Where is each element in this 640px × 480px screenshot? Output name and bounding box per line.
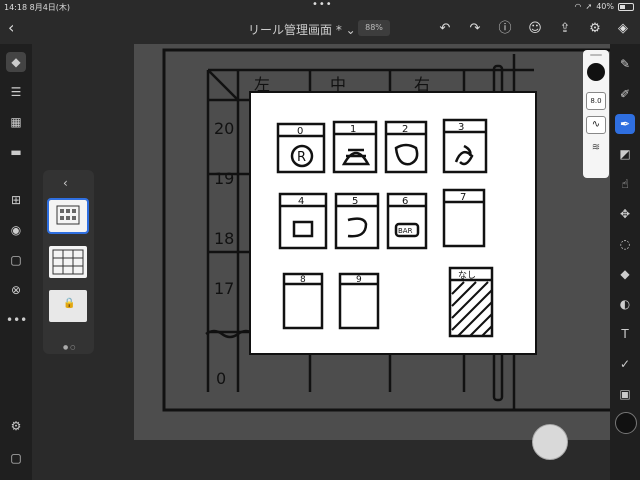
symbol-number-6: 6 bbox=[402, 196, 408, 207]
multitasking-dots[interactable]: ••• bbox=[312, 0, 333, 10]
row-label-20: 20 bbox=[214, 119, 234, 138]
symbol-number-0: 0 bbox=[297, 126, 303, 137]
symbol-number-2: 2 bbox=[402, 124, 408, 135]
eraser-icon[interactable]: ◩ bbox=[615, 144, 635, 164]
grid-icon[interactable]: ▦ bbox=[6, 112, 26, 132]
status-bar: 14:18 8月4日(木) ••• ◠ ➚ 40% bbox=[0, 0, 640, 14]
lasso-icon[interactable]: ◌ bbox=[615, 234, 635, 254]
status-right: ◠ ➚ 40% bbox=[575, 2, 634, 11]
smudge-icon[interactable]: ☝ bbox=[615, 174, 635, 194]
layer-thumbnail-drawing bbox=[56, 205, 80, 225]
adjust-icon[interactable]: ☰ bbox=[6, 82, 26, 102]
blend-icon[interactable]: ⊗ bbox=[6, 280, 26, 300]
collapse-chevron-icon[interactable]: ‹ bbox=[63, 176, 68, 190]
canvas-drawing[interactable]: 左 中 右 20 19 18 17 0 0 1 2 3 4 5 6 7 8 9 … bbox=[134, 44, 610, 440]
zoom-level[interactable]: 88% bbox=[358, 20, 390, 36]
layer-thumbnail-grid bbox=[52, 249, 84, 275]
brush-icon[interactable]: ✎ bbox=[615, 54, 635, 74]
row-label-19: 19 bbox=[214, 169, 234, 188]
redo-icon[interactable]: ↷ bbox=[466, 20, 484, 38]
text-icon[interactable]: T bbox=[615, 324, 635, 344]
layer-thumbnail-1[interactable] bbox=[47, 198, 89, 234]
symbol-r-label: R bbox=[297, 150, 306, 165]
more-icon[interactable]: ••• bbox=[6, 310, 27, 330]
battery-fill bbox=[620, 4, 625, 9]
settings-icon[interactable]: ⚙ bbox=[586, 20, 604, 38]
battery-icon bbox=[618, 2, 634, 11]
layer-thumbnail-2[interactable] bbox=[49, 246, 87, 278]
layers-stack-icon[interactable]: ◈ bbox=[614, 20, 632, 38]
row-label-18: 18 bbox=[214, 229, 234, 248]
symbol-number-8: 8 bbox=[300, 275, 306, 285]
layers-icon[interactable]: ◆ bbox=[6, 52, 26, 72]
help-icon[interactable]: ⓘ bbox=[496, 20, 514, 38]
status-time: 14:18 8月4日(木) bbox=[4, 3, 71, 12]
left-toolbar: ◆ ☰ ▦ ▬ ⊞ ◉ ▢ ⊗ ••• ⚙ ▢ bbox=[0, 44, 32, 480]
document-title[interactable]: リール管理画面 * ⌄ bbox=[248, 21, 356, 38]
layer-thumbnail-locked[interactable]: 🔒 bbox=[49, 290, 87, 322]
page-indicator: ● ○ bbox=[63, 344, 76, 351]
layers-panel: ‹ 🔒 ● ○ bbox=[43, 170, 94, 354]
symbol-number-4: 4 bbox=[298, 196, 304, 207]
fill-icon[interactable]: ◆ bbox=[615, 264, 635, 284]
brush-blend-icon[interactable]: ≋ bbox=[586, 142, 606, 158]
brush-color-swatch[interactable] bbox=[587, 63, 605, 81]
symbol-none-label: なし bbox=[458, 270, 476, 281]
symbol-bar-label: BAR bbox=[398, 227, 413, 235]
wifi-icon: ◠ bbox=[574, 2, 582, 11]
pixel-brush-icon[interactable]: ✐ bbox=[615, 84, 635, 104]
battery-percent: 40% bbox=[596, 2, 614, 11]
brush-smoothing-icon[interactable]: ∿ bbox=[586, 116, 606, 134]
liquify-icon[interactable]: ◐ bbox=[615, 294, 635, 314]
canvas-area[interactable]: 左 中 右 20 19 18 17 0 0 1 2 3 4 5 6 7 8 9 … bbox=[134, 44, 610, 440]
export-icon[interactable]: ⇪ bbox=[556, 20, 574, 38]
add-layer-icon[interactable]: ⊞ bbox=[6, 190, 26, 210]
row-label-0: 0 bbox=[216, 369, 226, 388]
visibility-icon[interactable]: ◉ bbox=[6, 220, 26, 240]
symbol-number-7: 7 bbox=[460, 192, 466, 203]
top-bar: ‹ リール管理画面 * ⌄ 88% ↶ ↷ ⓘ ☺ ⇪ ⚙ ◈ bbox=[0, 14, 640, 44]
symbol-number-3: 3 bbox=[458, 122, 464, 133]
frame-icon[interactable]: ▢ bbox=[6, 448, 26, 468]
vector-brush-icon[interactable]: ✒ bbox=[615, 114, 635, 134]
comment-icon[interactable]: ▬ bbox=[6, 142, 26, 162]
touch-modifier-button[interactable] bbox=[532, 424, 568, 460]
panel-handle[interactable] bbox=[590, 54, 602, 56]
row-label-17: 17 bbox=[214, 279, 234, 298]
symbol-number-9: 9 bbox=[356, 275, 362, 285]
brush-size[interactable]: 8.0 bbox=[586, 92, 606, 110]
undo-icon[interactable]: ↶ bbox=[436, 20, 454, 38]
eyedropper-icon[interactable]: ✓ bbox=[615, 354, 635, 374]
lock-icon: 🔒 bbox=[63, 298, 76, 309]
back-icon[interactable]: ‹ bbox=[8, 18, 14, 37]
location-icon: ➚ bbox=[585, 2, 593, 11]
symbol-number-5: 5 bbox=[352, 196, 358, 207]
move-icon[interactable]: ✥ bbox=[615, 204, 635, 224]
current-color-swatch[interactable] bbox=[615, 412, 637, 434]
brush-settings-panel: 8.0 ∿ ≋ bbox=[583, 50, 609, 178]
share-user-icon[interactable]: ☺ bbox=[526, 20, 544, 38]
image-icon[interactable]: ▣ bbox=[615, 384, 635, 404]
mask-icon[interactable]: ▢ bbox=[6, 250, 26, 270]
symbol-number-1: 1 bbox=[350, 124, 356, 135]
properties-icon[interactable]: ⚙ bbox=[6, 416, 26, 436]
